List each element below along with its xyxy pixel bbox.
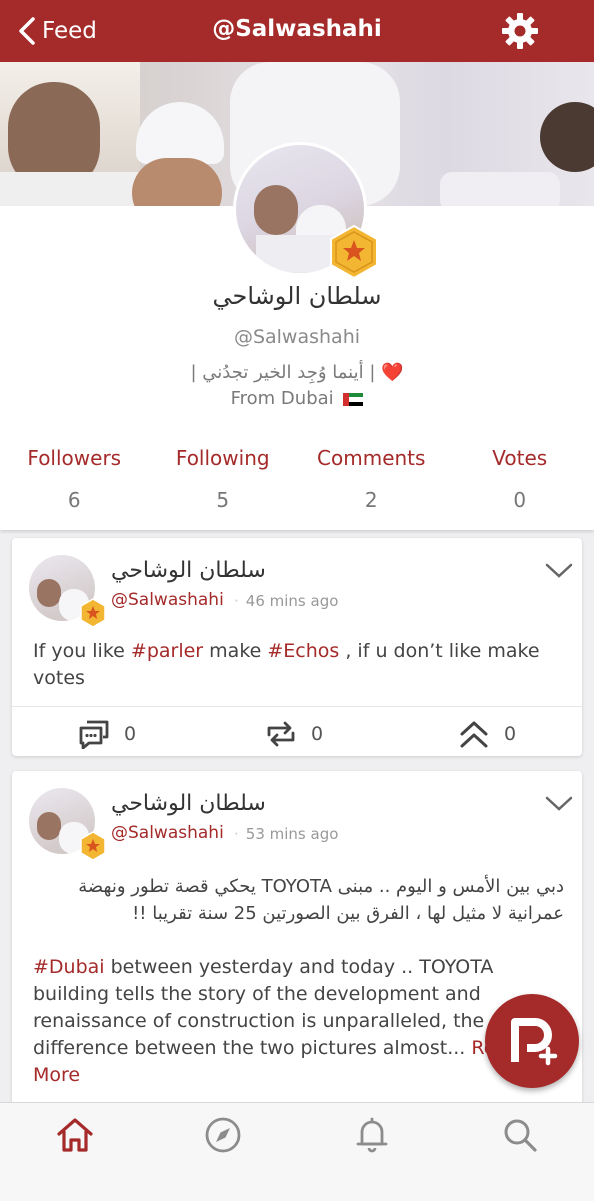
hashtag-link[interactable]: #Dubai: [33, 956, 105, 978]
echo-button[interactable]: 0: [265, 719, 323, 749]
profile-display-name: سلطان الوشاحي: [0, 282, 594, 310]
comment-button[interactable]: 0: [78, 719, 136, 749]
parler-compose-icon: [485, 994, 579, 1088]
stat-value: 6: [0, 488, 149, 512]
post-author-name[interactable]: سلطان الوشاحي: [111, 791, 266, 816]
star-badge-icon: [328, 224, 380, 280]
top-nav-bar: Feed @Salwashahi: [0, 0, 594, 62]
post-author-handle[interactable]: @Salwashahi: [111, 823, 224, 843]
stat-value: 5: [149, 488, 298, 512]
stat-votes[interactable]: Votes 0: [446, 446, 594, 512]
echo-icon: [265, 719, 297, 749]
comment-icon: [78, 719, 110, 749]
star-badge-icon: [79, 831, 107, 861]
post-author-handle[interactable]: @Salwashahi: [111, 590, 224, 610]
star-badge-icon: [79, 598, 107, 628]
profile-bio-line2: From Dubai: [0, 388, 594, 409]
stat-comments[interactable]: Comments 2: [297, 446, 446, 512]
chevron-down-icon[interactable]: [544, 793, 574, 815]
uae-flag-icon: [343, 393, 363, 406]
post-text-segment: make: [203, 640, 267, 662]
bottom-tab-bar: [0, 1102, 594, 1201]
post-timestamp: 46 mins ago: [234, 592, 338, 610]
stats-row: Followers 6 Following 5 Comments 2 Votes…: [0, 446, 594, 512]
stat-label: Followers: [0, 446, 149, 470]
comment-count: 0: [124, 723, 136, 745]
vote-count: 0: [504, 723, 516, 745]
hashtag-link[interactable]: #Echos: [267, 640, 339, 662]
compose-button[interactable]: [485, 994, 579, 1088]
gear-icon[interactable]: [500, 11, 540, 51]
chevron-down-icon[interactable]: [544, 560, 574, 582]
upvote-icon: [458, 719, 490, 749]
stat-label: Following: [149, 446, 298, 470]
post-arabic-text: دبي بين الأمس و اليوم .. مبنى TOYOTA يحك…: [33, 873, 564, 927]
stat-following[interactable]: Following 5: [149, 446, 298, 512]
stat-value: 0: [446, 488, 594, 512]
echo-count: 0: [311, 723, 323, 745]
post-text-segment: If you like: [33, 640, 131, 662]
post-text: If you like #parler make #Echos , if u d…: [33, 638, 564, 692]
post-action-bar: 0 0 0: [12, 706, 582, 756]
hashtag-link[interactable]: #parler: [131, 640, 203, 662]
profile-handle: @Salwashahi: [0, 326, 594, 348]
post-author-name[interactable]: سلطان الوشاحي: [111, 558, 266, 583]
post-card[interactable]: سلطان الوشاحي @Salwashahi 46 mins ago If…: [12, 538, 582, 756]
home-icon[interactable]: [55, 1115, 95, 1155]
profile-bio-line1: | أينما وُجِد الخير تجدُني | ❤️: [0, 362, 594, 383]
search-icon[interactable]: [500, 1115, 540, 1155]
upvote-button[interactable]: 0: [458, 719, 516, 749]
stat-value: 2: [297, 488, 446, 512]
compass-icon[interactable]: [203, 1115, 243, 1155]
stat-followers[interactable]: Followers 6: [0, 446, 149, 512]
bio-location: From Dubai: [231, 388, 334, 409]
bell-icon[interactable]: [352, 1115, 392, 1155]
post-timestamp: 53 mins ago: [234, 825, 338, 843]
stat-label: Comments: [297, 446, 446, 470]
stat-label: Votes: [446, 446, 594, 470]
